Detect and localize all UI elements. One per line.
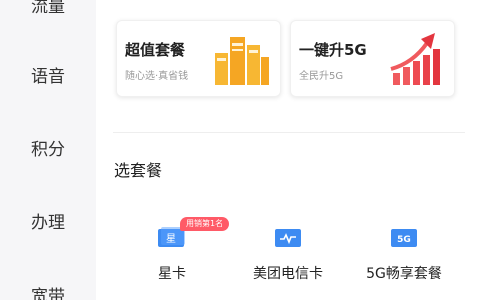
bestseller-badge: 用销第1名	[180, 217, 230, 231]
sidebar-item-broadband[interactable]: 宽带	[0, 282, 96, 300]
package-meituan-card[interactable]: 美团电信卡	[238, 218, 338, 288]
app-root: 流量 语音 积分 办理 宽带 超值套餐 随心选·真省钱 一键升5G 全民升5G	[0, 0, 480, 300]
section-divider	[113, 132, 465, 133]
package-label-5g-enjoy: 5G畅享套餐	[366, 266, 442, 282]
upgrade-5g-card[interactable]: 一键升5G 全民升5G	[290, 20, 455, 97]
svg-text:5G: 5G	[397, 235, 411, 245]
value-package-subtitle: 随心选·真省钱	[125, 71, 189, 82]
section-title-choose-package: 选套餐	[114, 161, 163, 180]
upgrade-5g-title: 一键升5G	[299, 41, 367, 59]
folders-illustration-icon	[215, 37, 269, 85]
sidebar-item-traffic[interactable]: 流量	[0, 0, 96, 17]
value-package-card[interactable]: 超值套餐 随心选·真省钱	[116, 20, 281, 97]
svg-text:星: 星	[166, 233, 176, 245]
package-label-meituan-card: 美团电信卡	[253, 266, 323, 282]
value-package-title: 超值套餐	[125, 41, 186, 59]
package-5g-enjoy[interactable]: 5G 5G畅享套餐	[354, 218, 454, 288]
5g-package-icon: 5G	[391, 229, 417, 247]
category-sidebar: 流量 语音 积分 办理 宽带	[0, 0, 96, 300]
sidebar-item-points[interactable]: 积分	[0, 135, 96, 160]
meituan-card-icon	[275, 229, 301, 247]
sidebar-item-handle[interactable]: 办理	[0, 208, 96, 233]
upgrade-5g-subtitle: 全民升5G	[299, 71, 344, 82]
rising-bars-arrow-icon	[390, 33, 440, 85]
sidebar-item-voice[interactable]: 语音	[0, 62, 96, 87]
package-label-star-card: 星卡	[158, 266, 186, 282]
